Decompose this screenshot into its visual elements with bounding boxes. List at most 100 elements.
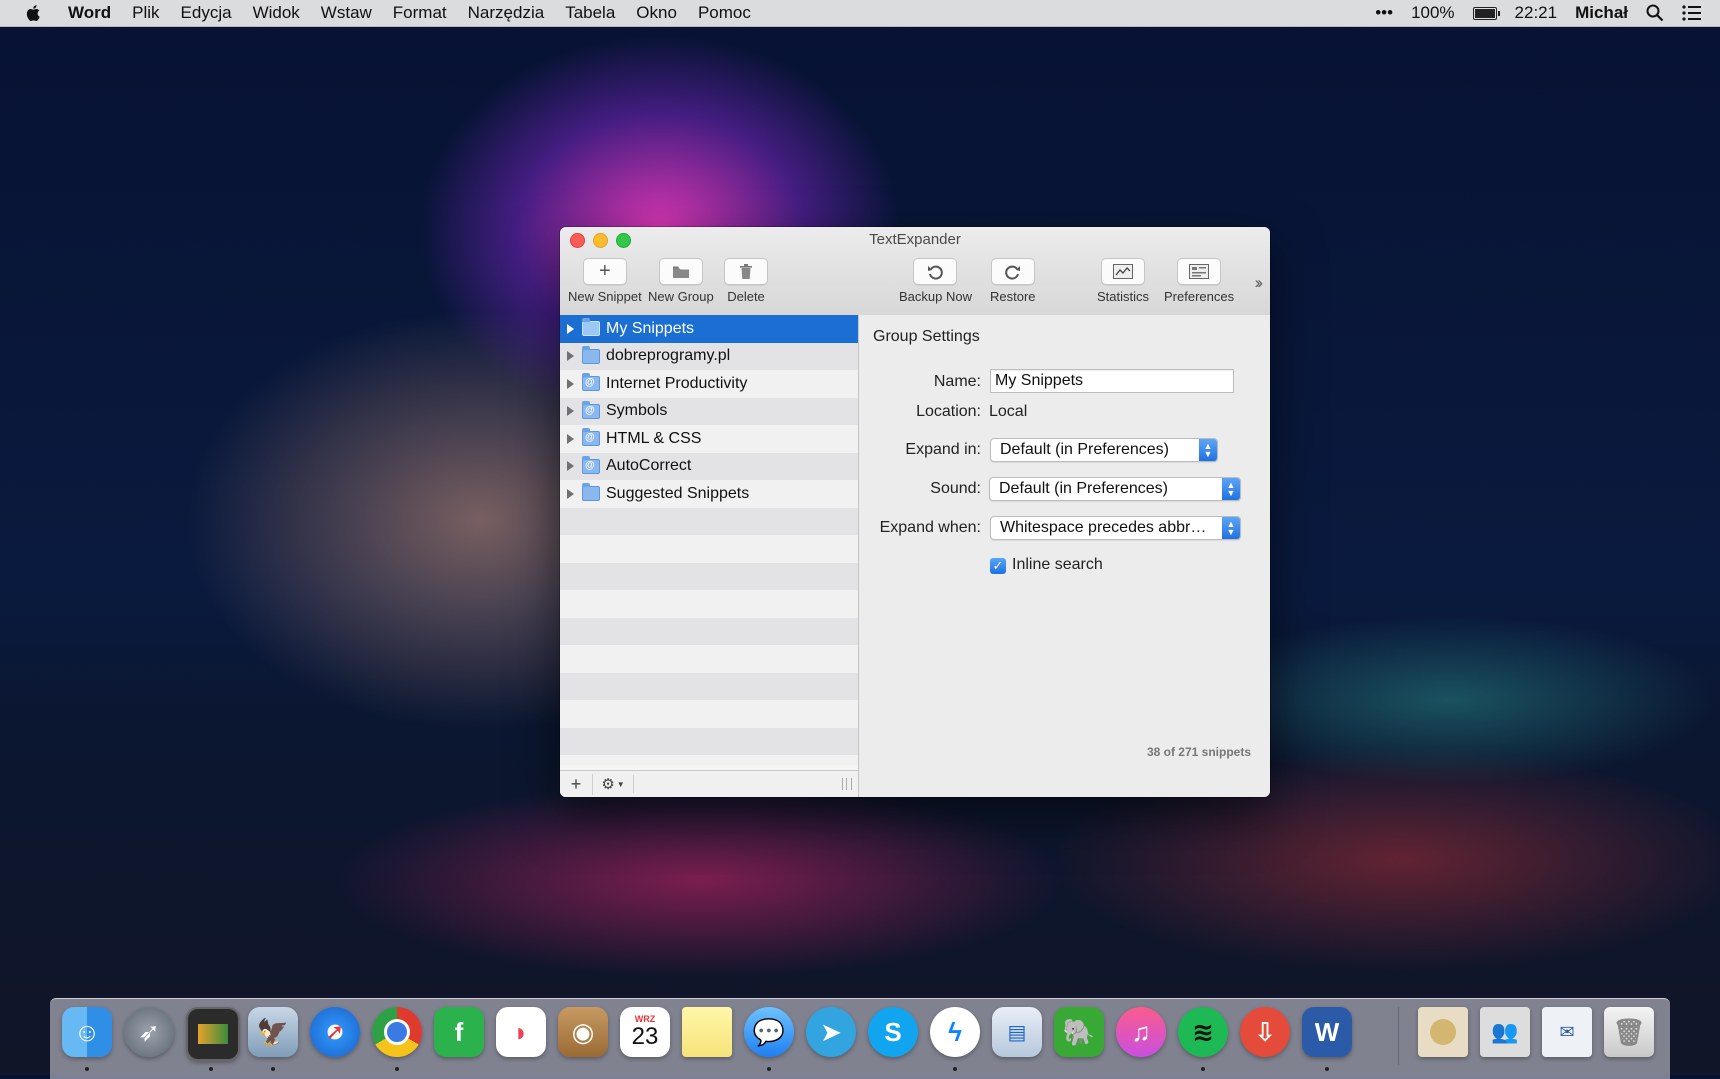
new-snippet-button[interactable]: + New Snippet (568, 258, 642, 304)
menu-edycja[interactable]: Edycja (181, 3, 232, 23)
expand-in-popup[interactable]: Default (in Preferences) ▲ ▼ (990, 438, 1218, 462)
mail-doc-icon[interactable]: ✉ (1542, 1007, 1592, 1057)
at-folder-icon: @ (582, 400, 600, 419)
group-label: Internet Productivity (606, 374, 748, 392)
people-icon[interactable]: 👥 (1480, 1007, 1530, 1057)
skype-icon[interactable]: S (868, 1007, 918, 1057)
restore-label: Restore (990, 289, 1036, 304)
restore-button[interactable]: Restore (990, 258, 1036, 304)
spotlight-search-icon[interactable] (1646, 4, 1664, 22)
chrome-icon[interactable] (372, 1007, 422, 1057)
spotify-icon[interactable]: ≋ (1178, 1007, 1228, 1057)
feedly-icon[interactable]: f (434, 1007, 484, 1057)
resize-grip-icon[interactable] (842, 778, 852, 790)
menu-widok[interactable]: Widok (253, 3, 300, 23)
popup-arrows-icon: ▲ ▼ (1222, 517, 1240, 539)
add-plus-icon[interactable]: + (560, 773, 593, 795)
disclosure-triangle-icon[interactable] (567, 323, 574, 334)
notification-center-icon[interactable] (1682, 5, 1702, 21)
menu-extras: ••• 100% 22:21 Michał (1375, 0, 1702, 26)
safari-icon[interactable]: ➚ (310, 1007, 360, 1057)
group-row-symbols[interactable]: @ Symbols (560, 397, 858, 425)
group-row-suggested-snippets[interactable]: Suggested Snippets (560, 480, 858, 508)
finder-icon[interactable]: ☺ (62, 1007, 112, 1057)
toolbar-overflow-chevron-icon[interactable]: ›› (1255, 273, 1264, 293)
evernote-icon[interactable]: 🐘 (1054, 1007, 1104, 1057)
menu-plik[interactable]: Plik (132, 3, 159, 23)
empty-row (560, 755, 858, 765)
disclosure-triangle-icon[interactable] (567, 488, 574, 499)
folder-icon[interactable] (1418, 1007, 1468, 1057)
battery-icon[interactable] (1472, 6, 1500, 20)
group-row-html-css[interactable]: @ HTML & CSS (560, 425, 858, 453)
menu-format[interactable]: Format (393, 3, 447, 23)
popup-arrows-icon: ▲ ▼ (1222, 478, 1240, 500)
clock[interactable]: 22:21 (1515, 3, 1558, 23)
running-indicator (1325, 1067, 1329, 1071)
menu-bar: Word Plik Edycja Widok Wstaw Format Narz… (0, 0, 1720, 27)
inline-search-checkbox[interactable]: ✓ (990, 558, 1006, 574)
delete-button[interactable]: Delete (724, 258, 768, 304)
pocket-icon[interactable]: ◗ (496, 1007, 546, 1057)
expand-when-label: Expand when: (879, 519, 981, 536)
action-gear-icon[interactable]: ⚙ ▼ (593, 775, 634, 793)
delete-label: Delete (727, 289, 765, 304)
trash-icon[interactable]: 🗑 (1604, 1007, 1654, 1057)
contacts-icon[interactable]: ◉ (558, 1007, 608, 1057)
notes-icon[interactable] (682, 1007, 732, 1057)
menu-extras-dots[interactable]: ••• (1375, 3, 1393, 23)
itunes-icon[interactable]: ♫ (1116, 1007, 1166, 1057)
group-label: AutoCorrect (606, 457, 692, 475)
menu-okno[interactable]: Okno (636, 3, 677, 23)
messenger-icon[interactable]: ϟ (930, 1007, 980, 1057)
running-indicator (953, 1067, 957, 1071)
window-titlebar[interactable]: TextExpander + New Snippet New Group Del… (560, 227, 1270, 316)
messages-icon[interactable]: 💬 (744, 1007, 794, 1057)
preferences-button[interactable]: Preferences (1164, 258, 1234, 304)
running-indicator (395, 1067, 399, 1071)
disclosure-triangle-icon[interactable] (567, 378, 574, 389)
trash-icon (740, 264, 752, 279)
menu-wstaw[interactable]: Wstaw (321, 3, 372, 23)
disclosure-triangle-icon[interactable] (567, 433, 574, 444)
sound-popup[interactable]: Default (in Preferences) ▲ ▼ (989, 477, 1241, 501)
group-row-internet-productivity[interactable]: @ Internet Productivity (560, 370, 858, 398)
group-name-field[interactable]: My Snippets (990, 369, 1234, 393)
at-folder-icon: @ (582, 428, 600, 447)
menu-app-name[interactable]: Word (68, 3, 111, 23)
groups-list: My Snippets dobreprogramy.pl @ Internet … (560, 315, 858, 765)
download-icon[interactable]: ⇩ (1240, 1007, 1290, 1057)
apple-icon[interactable] (24, 3, 44, 23)
backup-now-button[interactable]: Backup Now (899, 258, 972, 304)
group-row-autocorrect[interactable]: @ AutoCorrect (560, 452, 858, 480)
photo-slideshow-icon[interactable] (186, 1007, 240, 1061)
word-icon[interactable]: W (1302, 1007, 1352, 1057)
new-group-button[interactable]: New Group (648, 258, 714, 304)
empty-row (560, 727, 858, 755)
battery-percent[interactable]: 100% (1411, 3, 1454, 23)
telegram-icon[interactable]: ➤ (806, 1007, 856, 1057)
disclosure-triangle-icon[interactable] (567, 351, 574, 362)
popup-arrows-icon: ▲ ▼ (1199, 439, 1217, 461)
launchpad-icon[interactable]: ➶ (124, 1007, 174, 1057)
inline-search-label[interactable]: Inline search (1012, 556, 1103, 574)
group-row-dobreprogramy[interactable]: dobreprogramy.pl (560, 342, 858, 370)
expand-in-label: Expand in: (905, 441, 981, 458)
statistics-button[interactable]: Statistics (1097, 258, 1149, 304)
undo-arrow-icon (928, 265, 944, 280)
keynote-icon[interactable]: ▤ (992, 1007, 1042, 1057)
menu-pomoc[interactable]: Pomoc (698, 3, 751, 23)
preview-icon[interactable]: 🦅 (248, 1007, 298, 1057)
expand-when-popup[interactable]: Whitespace precedes abbr… ▲ ▼ (990, 516, 1241, 540)
disclosure-triangle-icon[interactable] (567, 461, 574, 472)
group-row-my-snippets[interactable]: My Snippets (560, 315, 858, 343)
user-name[interactable]: Michał (1575, 3, 1628, 23)
calendar-icon[interactable]: WRZ 23 (620, 1007, 670, 1057)
menu-narzedzia[interactable]: Narzędzia (468, 3, 545, 23)
disclosure-triangle-icon[interactable] (567, 406, 574, 417)
menu-tabela[interactable]: Tabela (565, 3, 615, 23)
running-indicator (767, 1067, 771, 1071)
textexpander-window: TextExpander + New Snippet New Group Del… (560, 227, 1270, 797)
folder-icon (582, 345, 600, 364)
empty-row (560, 562, 858, 590)
